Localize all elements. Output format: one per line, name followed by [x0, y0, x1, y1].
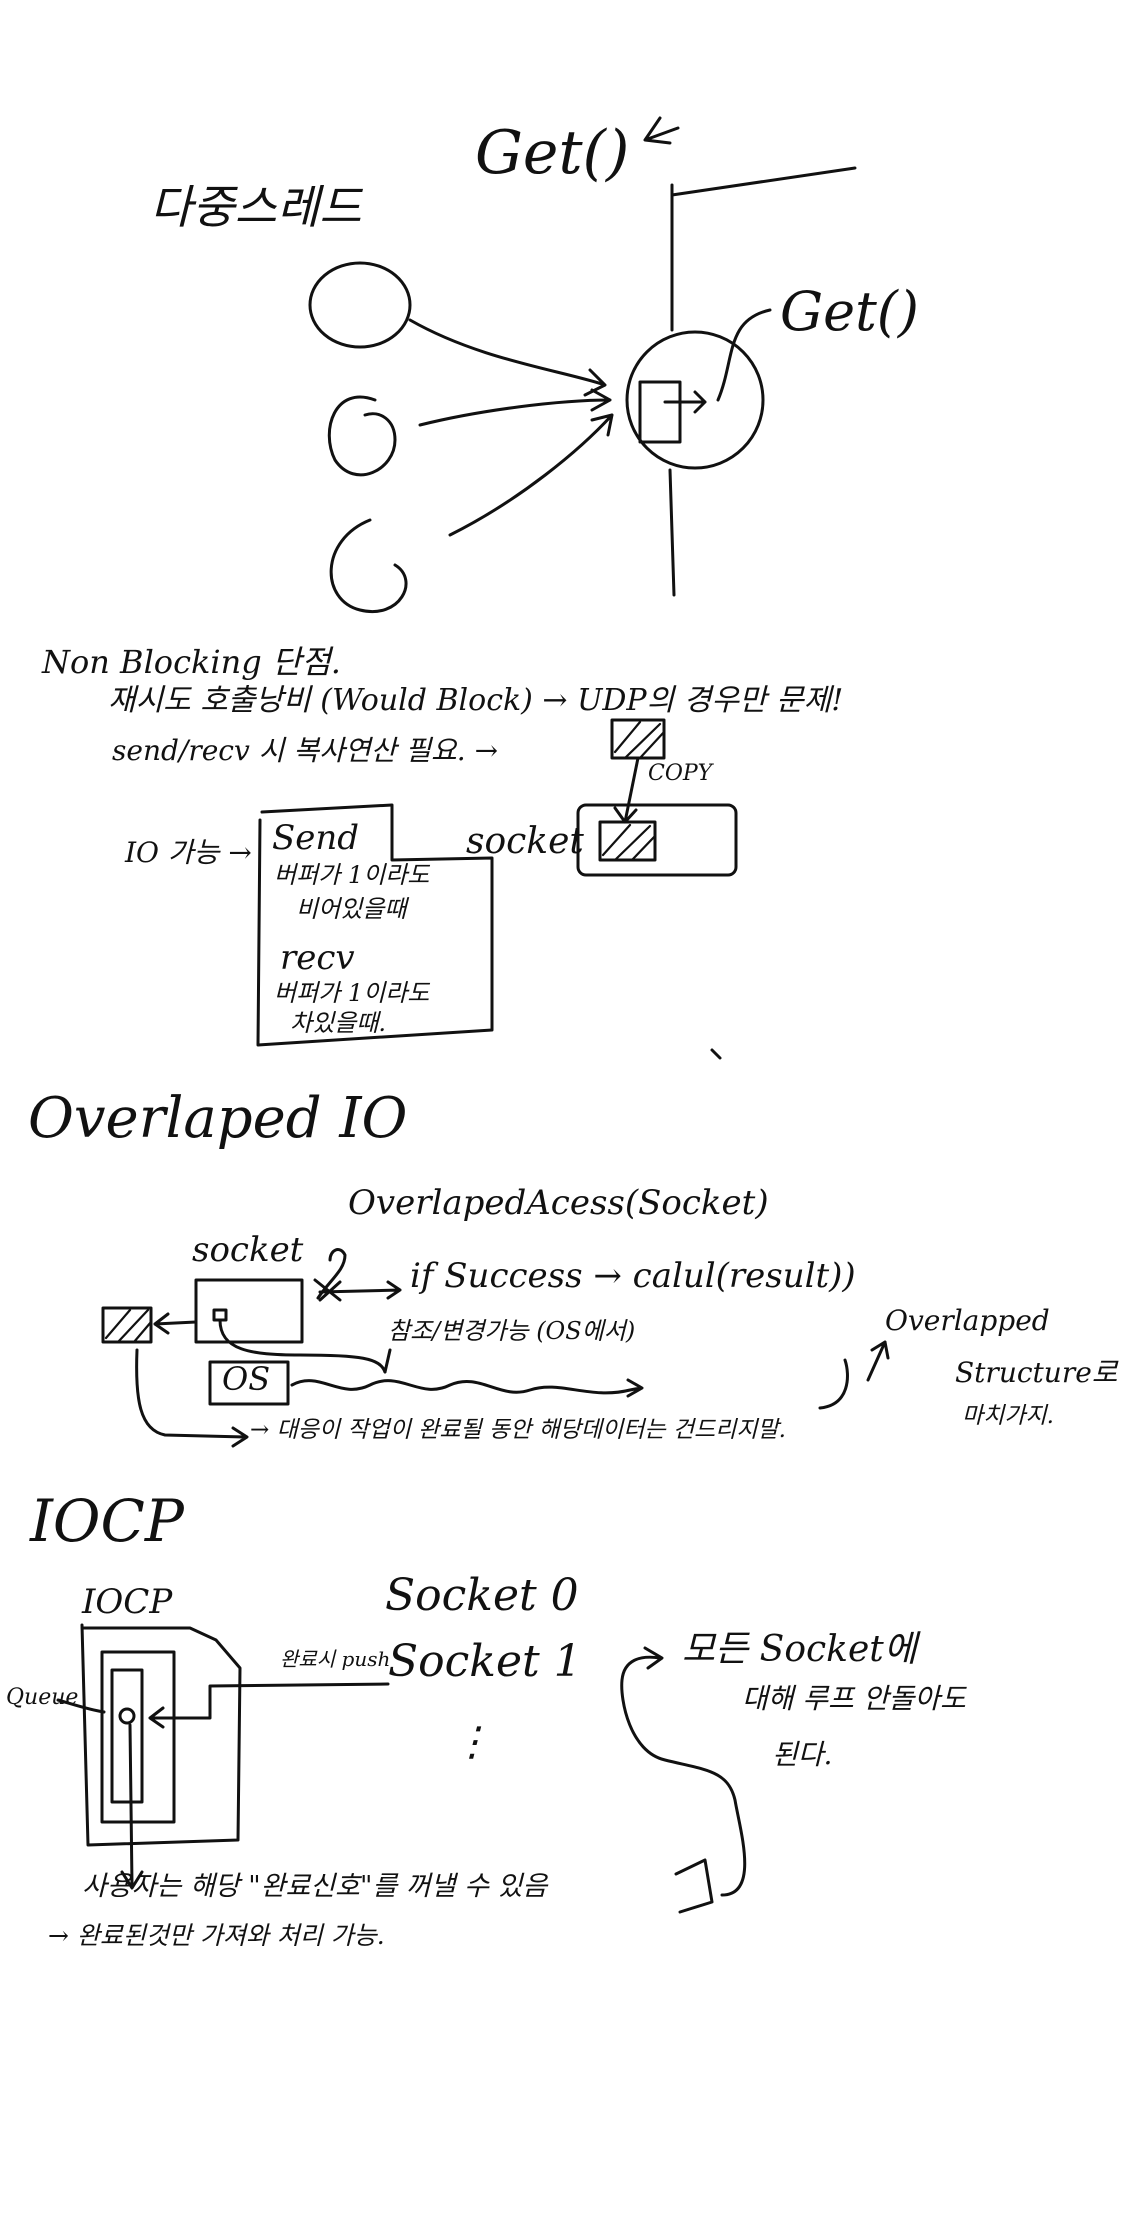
push-label: 완료시 push: [280, 1647, 391, 1671]
down-arrow: [120, 1723, 144, 1890]
socket-1-label: Socket 1: [388, 1636, 582, 1687]
overlapped-structure-label-1: Overlapped: [885, 1304, 1050, 1337]
push-arrow: [148, 1682, 390, 1729]
send-label: Send: [272, 818, 360, 858]
bracket-right: [818, 1358, 849, 1410]
hatch-inner-lines: [601, 823, 657, 862]
iocp-bottom-2: → 완료된것만 가져와 처리 가능.: [48, 1921, 385, 1950]
get-label-right: Get(): [780, 280, 919, 343]
iocp-box-label: IOCP: [82, 1582, 173, 1622]
os-down-arrow: [383, 1348, 392, 1374]
iocp-note-1: 모든 Socket에: [682, 1629, 917, 1670]
iocp-item: [118, 1707, 136, 1725]
socket-label: socket: [466, 821, 584, 862]
thread-circle-1: [308, 261, 412, 349]
nonblocking-line2: send/recv 시 복사연산 필요. →: [112, 734, 499, 767]
multithread-diagram: [308, 116, 857, 614]
loop-curve: [620, 1646, 747, 1897]
iocp-note-3: 된다.: [772, 1738, 833, 1771]
nonblocking-line1: 재시도 호출낭비 (Would Block) → UDP의 경우만 문제!: [108, 683, 844, 718]
recv-label: recv: [280, 938, 355, 978]
overlapped-socket-box: [194, 1278, 304, 1344]
recv-desc-1: 버퍼가 1이라도: [274, 979, 430, 1007]
iocp-note-2: 대해 루프 안돌아도: [742, 1682, 966, 1715]
overlapped-hatch-lines: [104, 1308, 153, 1344]
whiteboard-canvas: 다중스레드 Get() Get() Non Blocking 단점. 재시도 호…: [0, 0, 1124, 2220]
socket-0-label: Socket 0: [385, 1570, 579, 1621]
get-label-top: Get(): [475, 118, 630, 188]
io-possible-label: IO 가능 →: [125, 836, 252, 869]
overlapped-socket-label: socket: [192, 1230, 304, 1270]
overlapped-title: Overlaped IO: [28, 1086, 408, 1151]
arrow-1: [408, 318, 607, 397]
overlapped-arrow: [866, 1340, 890, 1382]
copy-label: COPY: [648, 761, 713, 786]
right-bracket: [674, 1858, 714, 1914]
ref-note: 참조/변경가능 (OS에서): [388, 1317, 636, 1345]
vertical-line-bottom: [668, 468, 676, 597]
small-mark: [710, 1048, 722, 1060]
arrow-top-left: [643, 116, 680, 145]
iocp-bottom-1: 사용자는 해당 "완료신호"를 꺼낼 수 있음: [82, 1871, 548, 1902]
send-desc-2: 비어있을때: [296, 895, 407, 923]
object-circle: [625, 330, 765, 470]
thread-circle-2: [327, 395, 397, 477]
iocp-queue-inner: [110, 1668, 144, 1804]
queue-label: Queue: [6, 1685, 79, 1710]
nonblocking-heading: Non Blocking 단점.: [42, 643, 341, 681]
send-desc-1: 버퍼가 1이라도: [274, 861, 430, 889]
socket-dots: ⋮: [452, 1719, 492, 1765]
thread-circle-3: [329, 518, 408, 614]
socket-box: [576, 803, 738, 877]
multithread-title: 다중스레드: [150, 180, 362, 234]
horizontal-line-top: [670, 166, 857, 197]
inner-arrow: [663, 390, 707, 414]
iocp-outer-box: [80, 1623, 242, 1847]
iocp-title: IOCP: [30, 1487, 184, 1555]
overlapped-structure-label-2: Structure로: [955, 1356, 1118, 1389]
hatch-top-lines: [613, 720, 666, 760]
object-square: [638, 380, 682, 444]
copy-arrow: [613, 756, 640, 824]
socket-to-hatch-arrow: [153, 1312, 198, 1335]
os-label: OS: [222, 1360, 271, 1398]
arrow-3: [448, 413, 614, 537]
wave-line: [290, 1378, 644, 1398]
overlapped-success: if Success → calul(result)): [410, 1256, 856, 1296]
overlapped-bottom-note: → 대응이 작업이 완료될 동안 해당데이터는 건드리지말.: [250, 1417, 786, 1443]
arrow-2: [418, 388, 612, 427]
overlapped-bottom-note-2: 마치가지.: [962, 1403, 1054, 1429]
recv-desc-2: 차있을때.: [290, 1009, 386, 1037]
overlapped-call: OverlapedAcess(Socket): [348, 1183, 769, 1223]
